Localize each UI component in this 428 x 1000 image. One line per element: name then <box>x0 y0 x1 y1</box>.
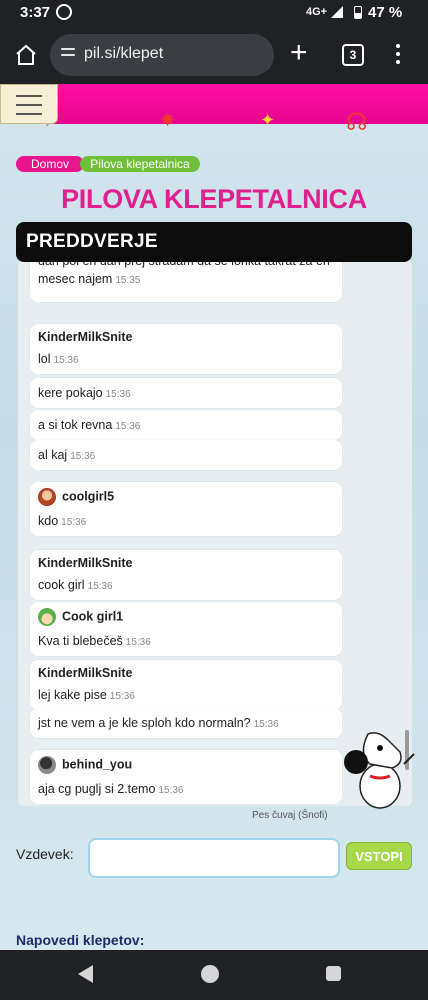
site-header-bar: ⟋ ✸ ✦ ☊ <box>0 84 428 136</box>
message-time: 15:36 <box>70 451 96 462</box>
message-text: kere pokajo <box>38 386 103 400</box>
battery-percent: 47 % <box>368 4 403 21</box>
message-time: 15:35 <box>115 275 141 286</box>
chat-message: KinderMilkSnite cook girl 15:36 <box>30 550 342 600</box>
message-time: 15:36 <box>87 581 113 592</box>
username-text: behind_you <box>62 757 133 772</box>
decoration: ✸ <box>160 110 176 130</box>
chat-message: al kaj 15:36 <box>30 440 342 470</box>
username-text: KinderMilkSnite <box>38 556 133 570</box>
site-settings-icon[interactable] <box>61 48 75 62</box>
browser-toolbar: pil.si/klepet + 3 <box>0 26 428 84</box>
message-text: lej kake pise <box>38 688 107 702</box>
message-text: cook girl <box>38 578 85 592</box>
message-text: aja cg puglj si 2.temo <box>38 782 156 796</box>
message-time: 15:36 <box>158 785 184 796</box>
breadcrumb-home[interactable]: Domov <box>16 156 84 172</box>
web-page: ⟋ ✸ ✦ ☊ Domov Pilova klepetalnica PILOVA… <box>0 84 428 950</box>
message-time: 15:36 <box>109 691 135 702</box>
message-time: 15:36 <box>53 355 79 366</box>
username-text: coolgirl5 <box>62 489 115 504</box>
battery-icon <box>354 6 362 19</box>
home-icon[interactable] <box>14 43 38 67</box>
system-nav-bar <box>0 950 428 1000</box>
enter-chat-button[interactable]: VSTOPI <box>346 842 412 870</box>
status-time: 3:37 <box>20 4 51 21</box>
more-menu-icon[interactable] <box>396 44 402 66</box>
message-username[interactable]: KinderMilkSnite <box>38 556 334 570</box>
message-time: 15:36 <box>253 719 279 730</box>
room-header: PREDDVERJE <box>16 222 412 262</box>
message-username[interactable]: coolgirl5 <box>38 488 334 506</box>
decoration: ☊ <box>346 109 368 136</box>
message-username[interactable]: Cook girl1 <box>38 608 334 626</box>
message-username[interactable]: KinderMilkSnite <box>38 330 334 344</box>
decoration: ✦ <box>260 110 276 130</box>
address-bar[interactable]: pil.si/klepet <box>50 34 274 76</box>
signal-icon <box>331 6 343 18</box>
message-time: 15:36 <box>125 637 151 648</box>
viber-icon <box>56 4 72 20</box>
username-text: Cook girl1 <box>62 609 124 624</box>
message-time: 15:36 <box>105 389 131 400</box>
message-text: al kaj <box>38 448 68 462</box>
cook-avatar-icon <box>38 608 56 626</box>
watchdog-illustration <box>344 732 415 809</box>
message-username[interactable]: behind_you <box>38 756 334 774</box>
tab-switcher-button[interactable]: 3 <box>342 44 364 66</box>
chat-message: KinderMilkSnite lol 15:36 <box>30 324 342 374</box>
username-text: KinderMilkSnite <box>38 666 133 680</box>
home-circle-icon[interactable] <box>201 965 219 983</box>
message-text: lol <box>38 352 51 366</box>
recents-icon[interactable] <box>326 966 341 981</box>
back-icon[interactable] <box>78 965 93 983</box>
nickname-label: Vzdevek: <box>16 846 74 862</box>
breadcrumb-current[interactable]: Pilova klepetalnica <box>80 156 200 172</box>
girl-avatar-icon <box>38 488 56 506</box>
message-text: Kva ti blebečeš <box>38 634 123 648</box>
message-text: kdo <box>38 514 59 528</box>
menu-button[interactable] <box>0 84 58 124</box>
message-time: 15:36 <box>115 421 141 432</box>
room-title: PREDDVERJE <box>26 231 158 252</box>
chat-message: KinderMilkSnite lej kake pise 15:36 <box>30 660 342 710</box>
page-title: PILOVA KLEPETALNICA <box>61 184 367 214</box>
chat-schedule-heading: Napovedi klepetov: <box>16 932 145 948</box>
status-bar: 3:37 4G+ 47 % <box>0 0 428 26</box>
message-time: 15:36 <box>61 517 87 528</box>
nickname-input[interactable] <box>88 838 340 878</box>
chat-message: Cook girl1 Kva ti blebečeš 15:36 <box>30 602 342 656</box>
message-text: jst ne vem a je kle sploh kdo normaln? <box>38 716 251 730</box>
username-text: KinderMilkSnite <box>38 330 133 344</box>
message-text: dan pol en dan prej stradam da se lohka … <box>38 260 330 286</box>
chat-message: behind_youaja cg puglj si 2.temo 15:36 <box>30 750 342 804</box>
ninja-avatar-icon <box>38 756 56 774</box>
watchdog-caption: Pes čuvaj (Šnofi) <box>252 810 328 821</box>
chat-message: a si tok revna 15:36 <box>30 410 342 440</box>
network-label: 4G+ <box>306 6 328 18</box>
message-username[interactable]: KinderMilkSnite <box>38 666 334 680</box>
chat-message: kere pokajo 15:36 <box>30 378 342 408</box>
url-text: pil.si/klepet <box>84 45 164 62</box>
chat-message: jst ne vem a je kle sploh kdo normaln? 15… <box>30 708 342 738</box>
chat-message: dan pol en dan prej stradam da se lohka … <box>30 260 342 302</box>
new-tab-icon[interactable]: + <box>290 38 308 68</box>
message-text: a si tok revna <box>38 418 113 432</box>
chat-message: coolgirl5 kdo 15:36 <box>30 482 342 536</box>
